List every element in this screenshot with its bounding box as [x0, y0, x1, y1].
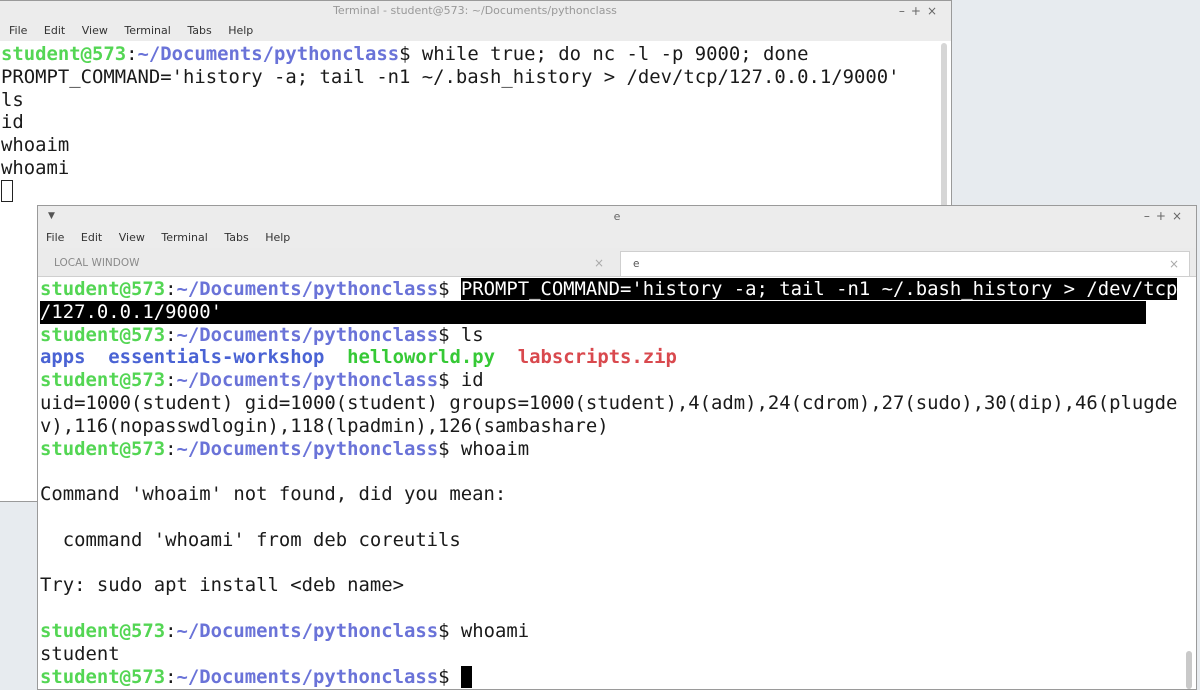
front-titlebar[interactable]: ▼ e –+×: [38, 206, 1196, 227]
prompt-path: ~/Documents/pythonclass: [176, 323, 439, 346]
terminal-line: student@573:~/Documents/pythonclass$ who…: [40, 619, 530, 642]
window-menu-icon[interactable]: ▼: [48, 206, 55, 227]
terminal-line: student@573:~/Documents/pythonclass$ PRO…: [40, 278, 1178, 300]
terminal-line: command 'whoami' from deb coreutils: [40, 528, 461, 551]
terminal-line: Try: sudo apt install <deb name>: [40, 574, 404, 597]
menu-view[interactable]: View: [82, 24, 108, 37]
terminal-cursor: [460, 665, 472, 688]
minimize-icon[interactable]: –: [1144, 209, 1156, 223]
front-terminal-output[interactable]: student@573:~/Documents/pythonclass$ PRO…: [40, 278, 1178, 689]
prompt-path: ~/Documents/pythonclass: [176, 278, 439, 300]
ls-file-labscripts: labscripts.zip: [517, 346, 677, 369]
command-text: whoaim: [449, 437, 530, 460]
menu-terminal[interactable]: Terminal: [124, 24, 171, 37]
command-text: id: [449, 369, 484, 392]
front-window-controls[interactable]: –+×: [1144, 206, 1188, 227]
prompt-path: ~/Documents/pythonclass: [176, 665, 439, 688]
maximize-icon[interactable]: +: [911, 4, 927, 18]
tab-label: e: [633, 258, 640, 270]
terminal-line: whoami: [1, 156, 70, 179]
terminal-line: student: [40, 642, 120, 665]
close-icon[interactable]: ×: [1172, 209, 1188, 223]
maximize-icon[interactable]: +: [1156, 209, 1172, 223]
highlighted-command: /127.0.0.1/9000': [40, 300, 222, 323]
back-menubar: File Edit View Terminal Tabs Help: [0, 21, 951, 41]
prompt-path: ~/Documents/pythonclass: [176, 619, 439, 642]
command-text: while true; do nc -l -p 9000; done: [410, 43, 809, 65]
prompt-user: student@573: [40, 665, 166, 688]
ls-dir-apps: apps: [40, 346, 86, 369]
back-window-controls[interactable]: –+×: [899, 1, 943, 21]
terminal-line: student@573:~/Documents/pythonclass$: [40, 665, 1177, 689]
prompt-path: ~/Documents/pythonclass: [137, 43, 400, 65]
minimize-icon[interactable]: –: [899, 4, 911, 18]
prompt-user: student@573: [40, 278, 166, 300]
front-menubar: File Edit View Terminal Tabs Help: [38, 227, 1196, 248]
command-text: whoami: [449, 619, 530, 642]
prompt-path: ~/Documents/pythonclass: [176, 437, 439, 460]
menu-tabs[interactable]: Tabs: [187, 24, 211, 37]
terminal-line: student@573:~/Documents/pythonclass$ who…: [40, 437, 530, 460]
menu-file[interactable]: File: [9, 24, 27, 37]
terminal-line: v),116(nopasswdlogin),118(lpadmin),126(s…: [40, 414, 609, 437]
menu-help[interactable]: Help: [265, 231, 290, 244]
tab-e[interactable]: e ×: [620, 251, 1190, 276]
close-tab-icon[interactable]: ×: [1169, 252, 1179, 276]
terminal-line: student@573:~/Documents/pythonclass$ id: [40, 369, 484, 392]
back-terminal-output[interactable]: student@573:~/Documents/pythonclass$ whi…: [1, 43, 899, 203]
menu-view[interactable]: View: [119, 231, 145, 244]
terminal-line: Command 'whoaim' not found, did you mean…: [40, 483, 507, 506]
menu-edit[interactable]: Edit: [81, 231, 102, 244]
prompt-user: student@573: [40, 323, 166, 346]
terminal-line: ls: [1, 88, 24, 111]
terminal-line: whoaim: [1, 134, 70, 157]
prompt-user: student@573: [40, 437, 166, 460]
ls-file-helloworld: helloworld.py: [347, 346, 495, 369]
tab-local-window[interactable]: LOCAL WINDOW ×: [42, 251, 614, 276]
menu-tabs[interactable]: Tabs: [224, 231, 248, 244]
front-scrollbar[interactable]: [1186, 651, 1192, 689]
terminal-line: uid=1000(student) gid=1000(student) grou…: [40, 391, 1178, 414]
terminal-cursor: [1, 179, 13, 202]
tab-label: LOCAL WINDOW: [54, 257, 140, 269]
terminal-line: /127.0.0.1/9000': [40, 300, 1146, 324]
menu-file[interactable]: File: [46, 231, 64, 244]
front-window-title: e: [613, 210, 621, 223]
back-titlebar[interactable]: Terminal - student@573: ~/Documents/pyth…: [0, 1, 951, 21]
terminal-line: student@573:~/Documents/pythonclass$ whi…: [1, 43, 809, 65]
close-icon[interactable]: ×: [927, 4, 943, 18]
front-terminal-window[interactable]: ▼ e –+× File Edit View Terminal Tabs Hel…: [37, 205, 1197, 690]
prompt-path: ~/Documents/pythonclass: [176, 369, 439, 392]
highlighted-command: PROMPT_COMMAND='history -a; tail -n1 ~/.…: [460, 278, 1178, 300]
close-tab-icon[interactable]: ×: [594, 251, 604, 275]
menu-terminal[interactable]: Terminal: [161, 231, 208, 244]
terminal-line: student@573:~/Documents/pythonclass$ ls: [40, 323, 484, 346]
prompt-user: student@573: [1, 43, 127, 65]
ls-output: apps essentials-workshop helloworld.py l…: [40, 346, 1177, 369]
tab-bar: LOCAL WINDOW × e ×: [38, 248, 1196, 277]
command-text: ls: [449, 323, 484, 346]
back-window-title: Terminal - student@573: ~/Documents/pyth…: [333, 4, 617, 17]
prompt-user: student@573: [40, 619, 166, 642]
terminal-line: id: [1, 111, 24, 134]
prompt-user: student@573: [40, 369, 166, 392]
menu-help[interactable]: Help: [228, 24, 253, 37]
menu-edit[interactable]: Edit: [44, 24, 65, 37]
terminal-line: PROMPT_COMMAND='history -a; tail -n1 ~/.…: [1, 65, 900, 88]
ls-dir-essentials-workshop: essentials-workshop: [108, 346, 325, 369]
